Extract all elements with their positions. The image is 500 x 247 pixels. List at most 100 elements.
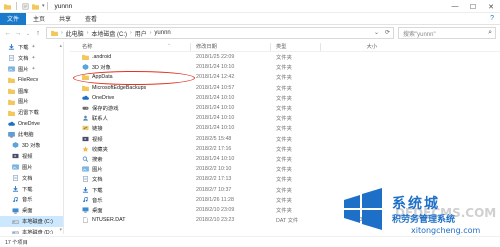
- breadcrumb-users[interactable]: 用户: [135, 29, 147, 38]
- column-header-size[interactable]: 大小: [325, 43, 377, 50]
- pin-icon: ✦: [31, 55, 36, 62]
- address-dropdown-icon[interactable]: ⌄: [374, 29, 379, 36]
- file-row[interactable]: 视频 2018/2/5 15:48 文件夹: [70, 134, 500, 144]
- file-row[interactable]: 联系人 2018/1/24 10:10 文件夹: [70, 113, 500, 123]
- search-icon: ⌕: [488, 29, 492, 36]
- file-row[interactable]: 图片 2018/2/2 10:10 文件夹: [70, 164, 500, 174]
- scroll-down-icon[interactable]: ▾: [59, 227, 62, 233]
- column-header-name[interactable]: 名称: [82, 43, 92, 50]
- forward-button[interactable]: →: [13, 28, 23, 40]
- nav-item-label: 视频: [22, 153, 33, 160]
- search-box[interactable]: 搜索"yunnn" ⌕: [398, 27, 496, 39]
- column-header-type[interactable]: 类型: [276, 43, 286, 50]
- nav-item[interactable]: 文档 ✦: [0, 53, 63, 64]
- nav-item[interactable]: 本地磁盘 (D:): [0, 227, 63, 234]
- up-button[interactable]: ↑: [33, 28, 43, 40]
- chevron-right-icon: ›: [149, 30, 152, 36]
- nav-item[interactable]: 下载 ✦: [0, 42, 63, 53]
- cloud-icon: [8, 121, 15, 126]
- item-count: 17 个项目: [5, 239, 28, 246]
- column-divider[interactable]: [190, 43, 191, 51]
- close-button[interactable]: ✕: [482, 0, 500, 13]
- new-folder-icon[interactable]: [32, 3, 39, 10]
- file-type: 文件夹: [276, 197, 292, 204]
- minimize-button[interactable]: —: [446, 0, 464, 13]
- file-date: 2018/1/24 10:10: [196, 105, 235, 112]
- nav-item[interactable]: 3D 对象: [0, 140, 63, 151]
- file-name: 保存的游戏: [82, 104, 119, 112]
- nav-item[interactable]: FileRecv: [0, 75, 63, 86]
- nav-item[interactable]: 视频: [0, 151, 63, 162]
- folder-icon: [51, 30, 58, 36]
- refresh-icon[interactable]: ⟳: [385, 29, 390, 36]
- file-date: 2018/1/26 11:28: [196, 196, 234, 203]
- drive-icon: [12, 231, 19, 234]
- tab-view[interactable]: 查看: [78, 14, 104, 23]
- file-row[interactable]: 链接 2018/1/24 10:10 文件夹: [70, 123, 500, 133]
- document-icon: [9, 55, 14, 62]
- folder-icon: [82, 54, 89, 61]
- file-row[interactable]: 收藏夹 2018/2/2 17:16 文件夹: [70, 144, 500, 154]
- nav-item[interactable]: 图片: [0, 96, 63, 107]
- tab-file[interactable]: 文件: [0, 12, 27, 25]
- maximize-button[interactable]: ☐: [464, 0, 482, 13]
- nav-item[interactable]: 此电脑: [0, 129, 63, 140]
- column-header-date[interactable]: 修改日期: [196, 43, 217, 50]
- nav-item[interactable]: 音乐: [0, 194, 63, 205]
- nav-item[interactable]: 图片 ✦: [0, 64, 63, 75]
- file-name: .android: [82, 54, 111, 61]
- game-icon: [82, 106, 89, 110]
- scroll-up-icon[interactable]: ▴: [59, 43, 62, 49]
- tab-share[interactable]: 共享: [52, 14, 78, 23]
- help-icon[interactable]: ?: [490, 15, 494, 22]
- breadcrumb-local-disk-c[interactable]: 本地磁盘 (C:): [91, 29, 127, 38]
- nav-item[interactable]: OneDrive: [0, 118, 63, 129]
- file-date: 2018/2/10 23:23: [196, 217, 235, 224]
- nav-item-label: 图库: [18, 88, 29, 95]
- nav-item-label: FileRecv: [18, 77, 39, 84]
- download-icon: [12, 186, 19, 192]
- nav-item[interactable]: 图库: [0, 86, 63, 97]
- breadcrumb-yunnn[interactable]: yunnn: [154, 30, 170, 36]
- nav-item[interactable]: 桌面: [0, 205, 63, 216]
- nav-item[interactable]: 下载: [0, 184, 63, 195]
- navigation-pane[interactable]: ▴ 下载 ✦ 文档 ✦ 图片 ✦ FileRecv 图库 图片 迅雷下载 OneDrive 此电脑 3D…: [0, 42, 64, 234]
- properties-icon[interactable]: [22, 3, 29, 10]
- nav-item[interactable]: 文档: [0, 173, 63, 184]
- tab-home[interactable]: 主页: [26, 14, 52, 23]
- file-name-text: 视频: [92, 136, 103, 143]
- folder-icon: [82, 85, 89, 91]
- divider: [16, 2, 17, 10]
- breadcrumb-this-pc[interactable]: 此电脑: [66, 29, 84, 38]
- window-controls: — ☐ ✕: [446, 0, 500, 13]
- navigation-bar: ← → ⌄ ↑ › 此电脑 › 本地磁盘 (C:) › 用户 › yunnn ⌄…: [0, 26, 500, 41]
- picture-icon: [12, 164, 19, 170]
- address-bar[interactable]: › 此电脑 › 本地磁盘 (C:) › 用户 › yunnn ⌄ ⟳: [46, 27, 394, 39]
- recent-locations-button[interactable]: ⌄: [23, 28, 33, 40]
- nav-item[interactable]: 图片: [0, 162, 63, 173]
- file-row[interactable]: 文档 2018/2/2 17:13 文件夹: [70, 174, 500, 184]
- column-divider[interactable]: [270, 43, 271, 51]
- file-name-text: 联系人: [92, 116, 108, 123]
- cube-icon: [12, 142, 19, 149]
- customize-toolbar-icon[interactable]: ▾: [42, 3, 45, 9]
- file-date: 2018/1/24 10:10: [196, 125, 235, 132]
- search-input[interactable]: 搜索"yunnn": [403, 29, 436, 38]
- file-name: 收藏夹: [82, 145, 108, 153]
- star-icon: [82, 146, 89, 152]
- file-name: MicrosoftEdgeBackups: [82, 85, 146, 91]
- back-button[interactable]: ←: [3, 28, 13, 40]
- nav-item[interactable]: 迅雷下载: [0, 107, 63, 118]
- file-row[interactable]: 搜索 2018/1/24 10:10 文件夹: [70, 154, 500, 164]
- nav-item-label: 本地磁盘 (C:): [22, 219, 53, 226]
- watermark-subtitle: 积劳务管理系统: [392, 215, 456, 225]
- music-icon: [83, 196, 88, 202]
- file-date: 2018/2/2 17:16: [196, 145, 232, 152]
- drive-icon: [12, 220, 19, 224]
- file-row[interactable]: OneDrive 2018/1/24 10:10 文件夹: [70, 93, 500, 103]
- file-row[interactable]: 保存的游戏 2018/1/24 10:10 文件夹: [70, 103, 500, 113]
- column-divider[interactable]: [320, 43, 321, 51]
- file-row[interactable]: .android 2018/1/25 22:09 文件夹: [70, 52, 500, 62]
- nav-item[interactable]: 本地磁盘 (C:): [0, 216, 63, 228]
- file-type: 文件夹: [276, 207, 292, 214]
